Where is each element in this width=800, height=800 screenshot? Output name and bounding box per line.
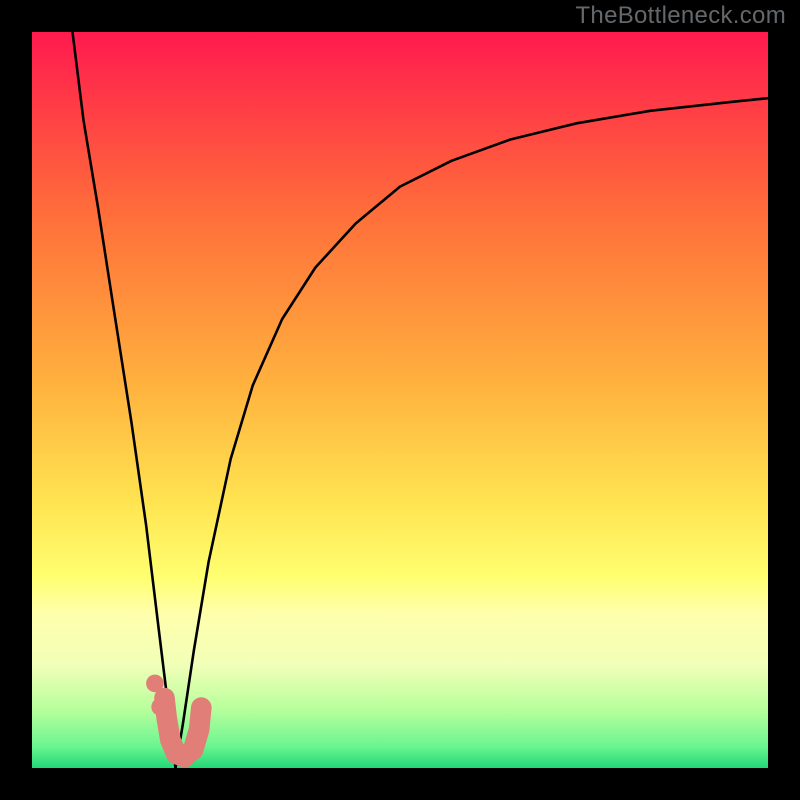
marker-dot-0 [146,675,164,693]
chart-svg [0,0,800,800]
marker-dot-1 [151,698,169,716]
chart-stage: TheBottleneck.com [0,0,800,800]
watermark-label: TheBottleneck.com [575,2,786,30]
plot-area [32,32,768,768]
